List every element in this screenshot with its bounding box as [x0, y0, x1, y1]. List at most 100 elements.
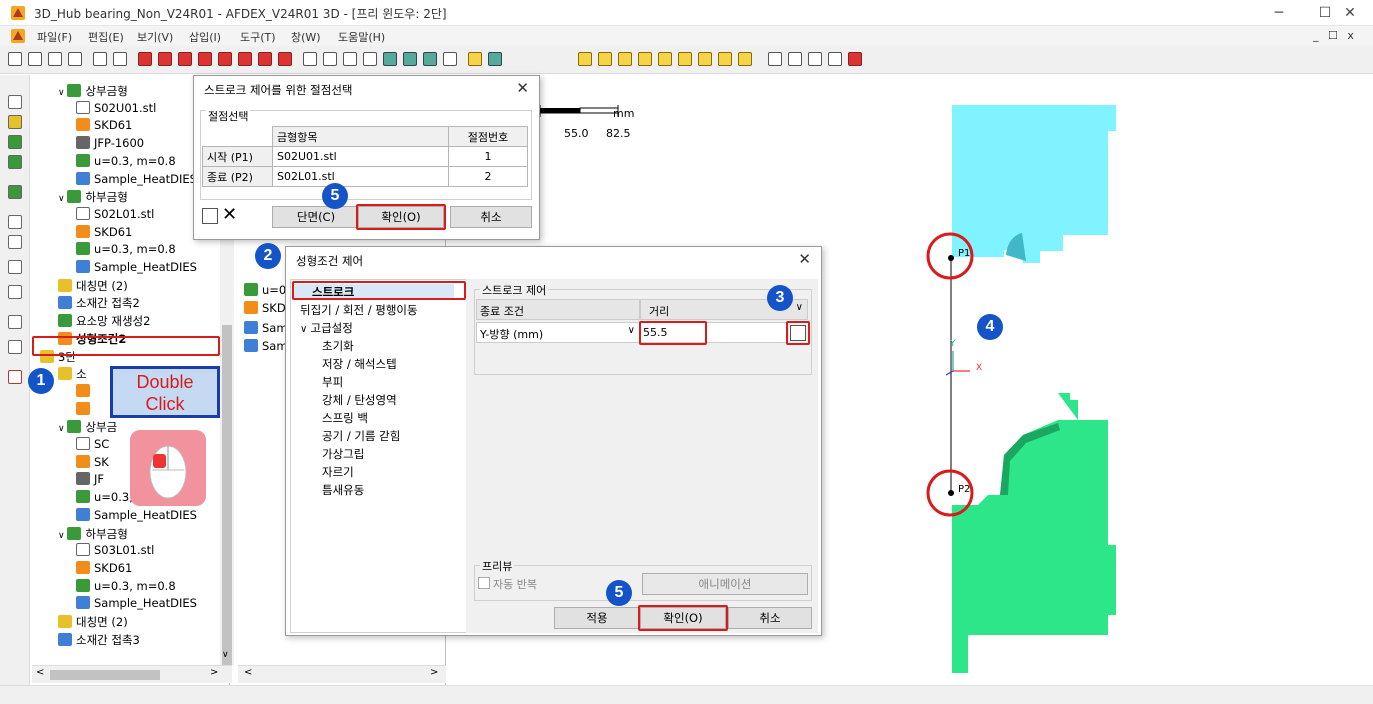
view-icon[interactable]: [158, 52, 172, 66]
tree-item[interactable]: 대칭면 (2): [58, 614, 128, 630]
tree-item[interactable]: SKD61: [76, 118, 132, 132]
app-menu-icon[interactable]: [10, 28, 26, 44]
shape-icon[interactable]: [718, 52, 732, 66]
pan-hand-icon[interactable]: [828, 52, 842, 66]
tree-item[interactable]: SC: [76, 437, 109, 451]
tree-item[interactable]: ∨ 상부금형: [58, 83, 128, 99]
open-file-icon[interactable]: [28, 52, 42, 66]
checklist-icon[interactable]: [8, 370, 22, 384]
shape-icon[interactable]: [678, 52, 692, 66]
menu-file[interactable]: 파일(F): [37, 29, 72, 45]
tree-item[interactable]: u=0.3, m=0.8: [76, 242, 176, 256]
chevron-down-icon[interactable]: ∨: [58, 424, 67, 434]
tool-icon[interactable]: [488, 52, 502, 66]
tree-item[interactable]: JF: [76, 472, 104, 486]
tree-item[interactable]: ∨ 하부금형: [58, 189, 128, 205]
start-item-cell[interactable]: S02U01.stl: [272, 146, 449, 167]
tree-item[interactable]: S03L01.stl: [76, 543, 154, 557]
tool-icon[interactable]: [468, 52, 482, 66]
new-file-icon[interactable]: [8, 52, 22, 66]
forming-nav-item[interactable]: 부피: [322, 374, 343, 390]
die-icon[interactable]: [8, 135, 22, 149]
forming-nav-item[interactable]: 초기화: [322, 338, 354, 354]
secondary-tree-item[interactable]: u=0: [244, 283, 286, 297]
apply-button[interactable]: 적용: [554, 607, 640, 629]
rotate-icon[interactable]: [848, 52, 862, 66]
tree-item[interactable]: [76, 383, 94, 398]
menu-help[interactable]: 도움말(H): [338, 29, 385, 45]
view-icon[interactable]: [178, 52, 192, 66]
menu-edit[interactable]: 편집(E): [88, 29, 124, 45]
forming-nav-item[interactable]: 저장 / 해석스텝: [322, 356, 397, 372]
tree-horizontal-scrollbar[interactable]: < >: [32, 665, 232, 683]
display-icon[interactable]: [383, 52, 397, 66]
end-node-cell[interactable]: 2: [448, 166, 528, 187]
tree-item[interactable]: 대칭면 (2): [58, 278, 128, 294]
tree-item[interactable]: 소재간 접촉2: [58, 295, 140, 311]
tree-item[interactable]: Sample_HeatDIES: [76, 260, 197, 274]
tree-item[interactable]: u=0.3, m=0.8: [76, 578, 176, 593]
person-icon[interactable]: [8, 340, 22, 354]
menu-view[interactable]: 보기(V): [137, 29, 173, 45]
chevron-down-icon[interactable]: ∨: [58, 194, 67, 204]
forming-nav-item[interactable]: 자르기: [322, 464, 354, 480]
export-icon[interactable]: [113, 52, 127, 66]
node-dialog-close-button[interactable]: ✕: [516, 79, 529, 97]
display-icon[interactable]: [423, 52, 437, 66]
chevron-down-icon[interactable]: ∨: [300, 324, 311, 335]
tree-item[interactable]: S02U01.stl: [76, 100, 156, 115]
zoom-window-icon[interactable]: [808, 52, 822, 66]
secondary-tree-item[interactable]: SKD: [244, 301, 286, 315]
list-icon[interactable]: [8, 235, 22, 249]
chevron-down-icon[interactable]: ∨: [58, 531, 67, 541]
forming-nav-item[interactable]: 틈새유동: [322, 482, 364, 498]
node-cancel-button[interactable]: 취소: [450, 206, 532, 228]
shape-icon[interactable]: [598, 52, 612, 66]
forming-cancel-button[interactable]: 취소: [728, 607, 812, 629]
grid-icon[interactable]: [8, 315, 22, 329]
shape-icon[interactable]: [638, 52, 652, 66]
save-icon[interactable]: [68, 52, 82, 66]
shape-icon[interactable]: [738, 52, 752, 66]
tree-item[interactable]: Sample_HeatDIES: [76, 507, 197, 522]
secondary-horizontal-scrollbar[interactable]: < >: [238, 665, 446, 683]
import-icon[interactable]: [93, 52, 107, 66]
close-button[interactable]: ✕: [1327, 0, 1373, 26]
menu-tools[interactable]: 도구(T): [240, 29, 276, 45]
die-icon[interactable]: [8, 155, 22, 169]
symmetry-icon[interactable]: [8, 285, 22, 299]
mdi-controls[interactable]: _ ☐ x: [1313, 29, 1357, 42]
view-icon[interactable]: [198, 52, 212, 66]
tree-item[interactable]: u=0.3, m=0.8: [76, 153, 176, 168]
tree-item[interactable]: ∨ 상부금: [58, 419, 117, 435]
view-icon[interactable]: [138, 52, 152, 66]
forming-nav-item[interactable]: 스트로크: [292, 281, 466, 300]
open-folder-icon[interactable]: [48, 52, 62, 66]
display-icon[interactable]: [403, 52, 417, 66]
zoom-icon[interactable]: [768, 52, 782, 66]
auto-repeat-checkbox[interactable]: [478, 577, 490, 589]
forming-nav-item[interactable]: 가상그립: [322, 446, 364, 462]
shape-icon[interactable]: [578, 52, 592, 66]
shape-icon[interactable]: [698, 52, 712, 66]
tree-item[interactable]: SKD61: [76, 224, 132, 239]
view-icon[interactable]: [238, 52, 252, 66]
tree-item[interactable]: SKD61: [76, 560, 132, 575]
start-node-cell[interactable]: 1: [448, 146, 528, 167]
section-button[interactable]: 단면(C): [272, 206, 360, 228]
tree-item[interactable]: Sample_HeatDIES: [76, 171, 197, 186]
secondary-tree-item[interactable]: Sam: [244, 321, 288, 335]
workpiece-icon[interactable]: [8, 115, 22, 129]
view-icon[interactable]: [218, 52, 232, 66]
forming-nav-item[interactable]: 공기 / 기름 갇힘: [322, 428, 400, 444]
monitor-icon[interactable]: [8, 185, 22, 199]
menu-window[interactable]: 창(W): [291, 29, 321, 45]
tree-item[interactable]: JFP-1600: [76, 136, 144, 150]
secondary-tree-item[interactable]: Sam: [244, 339, 288, 353]
display-icon[interactable]: [363, 52, 377, 66]
direction-select[interactable]: Y-방향 (mm) ∨: [476, 322, 640, 343]
tree-item[interactable]: 소재간 접촉3: [58, 632, 140, 648]
display-icon[interactable]: [343, 52, 357, 66]
zoom-in-icon[interactable]: [788, 52, 802, 66]
tree-item[interactable]: ∨ 하부금형: [58, 526, 128, 542]
